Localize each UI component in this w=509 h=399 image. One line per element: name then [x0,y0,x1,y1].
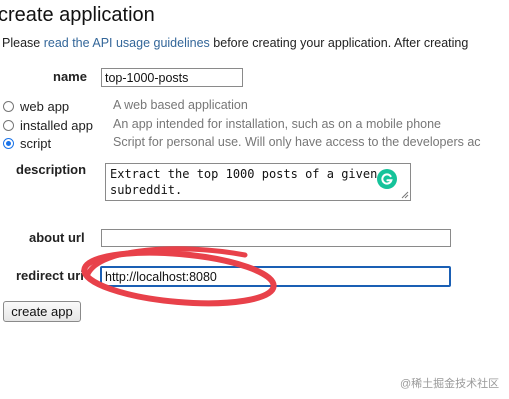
intro-after: before creating your application. After … [209,36,469,50]
radio-installed-app[interactable] [3,119,14,131]
radio-label-script: script [20,135,52,151]
description-label: description [16,162,87,177]
description-textarea[interactable]: Extract the top 1000 posts of a given su… [105,163,411,201]
name-label: name [53,69,87,84]
description-text: Extract the top 1000 posts of a given su… [110,167,378,197]
radio-web-app[interactable] [3,100,14,112]
radio-label-installed-app: installed app [20,117,93,133]
intro-text: Please read the API usage guidelines bef… [2,36,468,50]
radio-row-script[interactable]: script [3,134,51,152]
radio-row-web-app[interactable]: web app [3,97,69,115]
api-guidelines-link[interactable]: read the API usage guidelines [44,36,210,50]
radio-desc-installed-app: An app intended for installation, such a… [113,117,442,131]
radio-script[interactable] [3,137,14,149]
about-url-input[interactable] [101,229,451,247]
name-input[interactable] [101,68,243,87]
redirect-uri-input[interactable] [100,266,451,287]
about-url-label: about url [29,230,85,245]
resize-grip-icon[interactable] [401,191,409,199]
watermark: @稀土掘金技术社区 [400,378,500,390]
radio-row-installed-app[interactable]: installed app [3,116,93,134]
grammarly-glyph-icon [381,173,393,185]
redirect-uri-label: redirect uri [16,268,84,283]
create-app-button[interactable]: create app [3,301,81,322]
radio-label-web-app: web app [20,98,70,114]
intro-before: Please [2,36,44,50]
radio-desc-script: Script for personal use. Will only have … [113,135,481,149]
page-title: create application [0,4,155,26]
radio-desc-web-app: A web based application [113,98,248,112]
grammarly-icon[interactable] [377,169,397,189]
